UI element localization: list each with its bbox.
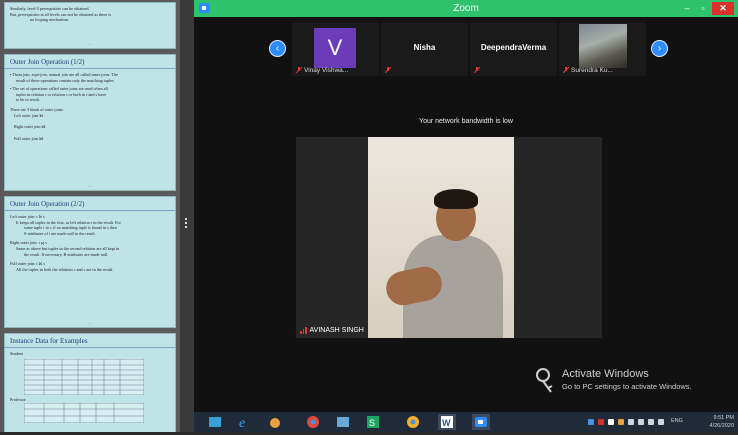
- speaker-label: AVINASH SINGH: [300, 327, 364, 334]
- tray-app-icon[interactable]: [608, 419, 614, 425]
- tray-app-icon[interactable]: [588, 419, 594, 425]
- join-symbol-icon: ⟕: [39, 113, 43, 119]
- clock-date: 4/26/2020: [709, 423, 734, 429]
- speaker-name: AVINASH SINGH: [309, 327, 364, 334]
- slide-panel[interactable]: Similarly, level 0 prerequisites can be …: [0, 0, 180, 432]
- activate-subtitle: Go to PC settings to activate Windows.: [562, 382, 692, 391]
- student-table: [24, 358, 144, 395]
- tray-app-icon[interactable]: [598, 419, 604, 425]
- battery-icon[interactable]: [648, 419, 654, 425]
- participant-tile[interactable]: V Vinay Vishwa...: [292, 22, 379, 76]
- maximize-button[interactable]: ▫: [696, 2, 710, 15]
- slide-text: Right outer join: [14, 124, 41, 130]
- active-speaker-video[interactable]: AVINASH SINGH: [296, 137, 602, 338]
- slide-text: the result. If necessary, R-attributes a…: [24, 251, 109, 257]
- muted-mic-icon: [474, 67, 480, 73]
- slide-thumbnail[interactable]: Similarly, level 0 prerequisites can be …: [4, 2, 176, 49]
- next-participants-button[interactable]: ›: [651, 40, 668, 57]
- key-icon: [536, 368, 553, 393]
- chrome-icon[interactable]: [404, 414, 422, 430]
- muted-mic-icon: [563, 67, 569, 73]
- muted-mic-icon: [385, 67, 391, 73]
- slide-footer: ―: [88, 43, 92, 46]
- input-language[interactable]: ENG: [671, 418, 683, 424]
- network-icon[interactable]: [638, 419, 644, 425]
- join-symbol-icon: ⟖: [41, 125, 46, 131]
- previous-participants-button[interactable]: ‹: [269, 40, 286, 57]
- muted-mic-icon: [296, 67, 302, 73]
- svg-text:S: S: [369, 418, 375, 428]
- slide-thumbnail[interactable]: Instance Data for Examples Student Profe…: [4, 333, 176, 432]
- bandwidth-notice: Your network bandwidth is low: [419, 118, 513, 125]
- title-bar[interactable]: Zoom – ▫ ✕: [194, 0, 738, 17]
- taskbar: e S W ENG 9:51 PM 4/26/2020: [194, 412, 738, 432]
- participant-name: Nisha: [413, 43, 436, 52]
- avatar: V: [314, 28, 356, 68]
- minimize-button[interactable]: –: [680, 2, 694, 15]
- splitter-grip-icon[interactable]: [185, 218, 188, 230]
- slide-text: no looping mechanism.: [30, 17, 70, 23]
- clock-time: 9:51 PM: [713, 415, 734, 421]
- close-button[interactable]: ✕: [712, 2, 734, 15]
- slide-text: Full outer join ⟗: [10, 136, 170, 143]
- chrome-icon[interactable]: [304, 414, 322, 430]
- file-manager-icon[interactable]: [334, 414, 352, 430]
- table-caption: Student: [10, 351, 23, 356]
- slide-text: result of these operations contain only …: [16, 77, 114, 83]
- participant-tile[interactable]: Surendra Ku...: [559, 22, 646, 76]
- table-caption: Professor: [10, 396, 26, 402]
- slide-text: All the tuples in both the relations r a…: [16, 266, 114, 272]
- speaker-figure: [434, 189, 478, 209]
- paint-app-icon[interactable]: [266, 414, 284, 430]
- zoom-window: Zoom – ▫ ✕ ‹ V Vinay Vishwa... Nisha Dee…: [194, 0, 738, 412]
- slide-title: Instance Data for Examples: [5, 334, 175, 348]
- window-title: Zoom: [453, 3, 479, 14]
- participant-video: [579, 24, 627, 68]
- slide-footer: ―: [88, 185, 92, 188]
- video-feed: [368, 137, 514, 338]
- volume-icon[interactable]: [628, 419, 634, 425]
- svg-text:W: W: [442, 418, 451, 428]
- slide-footer: ―: [88, 322, 92, 325]
- join-symbol-icon: ⟗: [39, 136, 44, 142]
- activate-title: Activate Windows: [562, 368, 649, 380]
- chevron-right-icon: ›: [657, 43, 662, 54]
- chevron-left-icon: ‹: [275, 43, 280, 54]
- participant-tile[interactable]: DeependraVerma: [470, 22, 557, 76]
- file-explorer-icon[interactable]: [206, 414, 224, 430]
- slide-text: S-attributes of t are made null in the r…: [24, 230, 96, 236]
- participant-name: Surendra Ku...: [571, 67, 613, 74]
- svg-text:e: e: [239, 416, 245, 430]
- participant-name: DeependraVerma: [480, 43, 547, 52]
- panel-divider[interactable]: [180, 0, 194, 432]
- clock[interactable]: 9:51 PM 4/26/2020: [710, 414, 734, 430]
- signal-icon: [300, 327, 308, 334]
- slide-thumbnail[interactable]: Outer Join Operation (2/2) Left outer jo…: [4, 196, 176, 328]
- tray-app-icon[interactable]: [618, 419, 624, 425]
- slide-title: Outer Join Operation (2/2): [5, 197, 175, 211]
- slide-title: Outer Join Operation (1/2): [5, 55, 175, 69]
- notification-icon[interactable]: [658, 419, 664, 425]
- participant-tile[interactable]: Nisha: [381, 22, 468, 76]
- slide-text: Full outer join: [14, 135, 38, 141]
- spreadsheet-app-icon[interactable]: S: [364, 414, 382, 430]
- professor-table: [24, 403, 144, 424]
- activate-windows-watermark: Activate Windows Go to PC settings to ac…: [536, 368, 692, 393]
- slide-thumbnail[interactable]: Outer Join Operation (1/2) • Theta join,…: [4, 54, 176, 191]
- slide-text: to be in result.: [16, 97, 40, 103]
- slide-text: Left outer join: [14, 112, 39, 118]
- internet-explorer-icon[interactable]: e: [236, 414, 254, 431]
- slide-text: Left outer join ⟕: [10, 113, 170, 120]
- zoom-taskbar-icon[interactable]: [472, 414, 490, 430]
- participant-name: Vinay Vishwa...: [304, 67, 349, 74]
- slide-text: Right outer join ⟖: [10, 124, 170, 131]
- word-icon[interactable]: W: [438, 414, 456, 430]
